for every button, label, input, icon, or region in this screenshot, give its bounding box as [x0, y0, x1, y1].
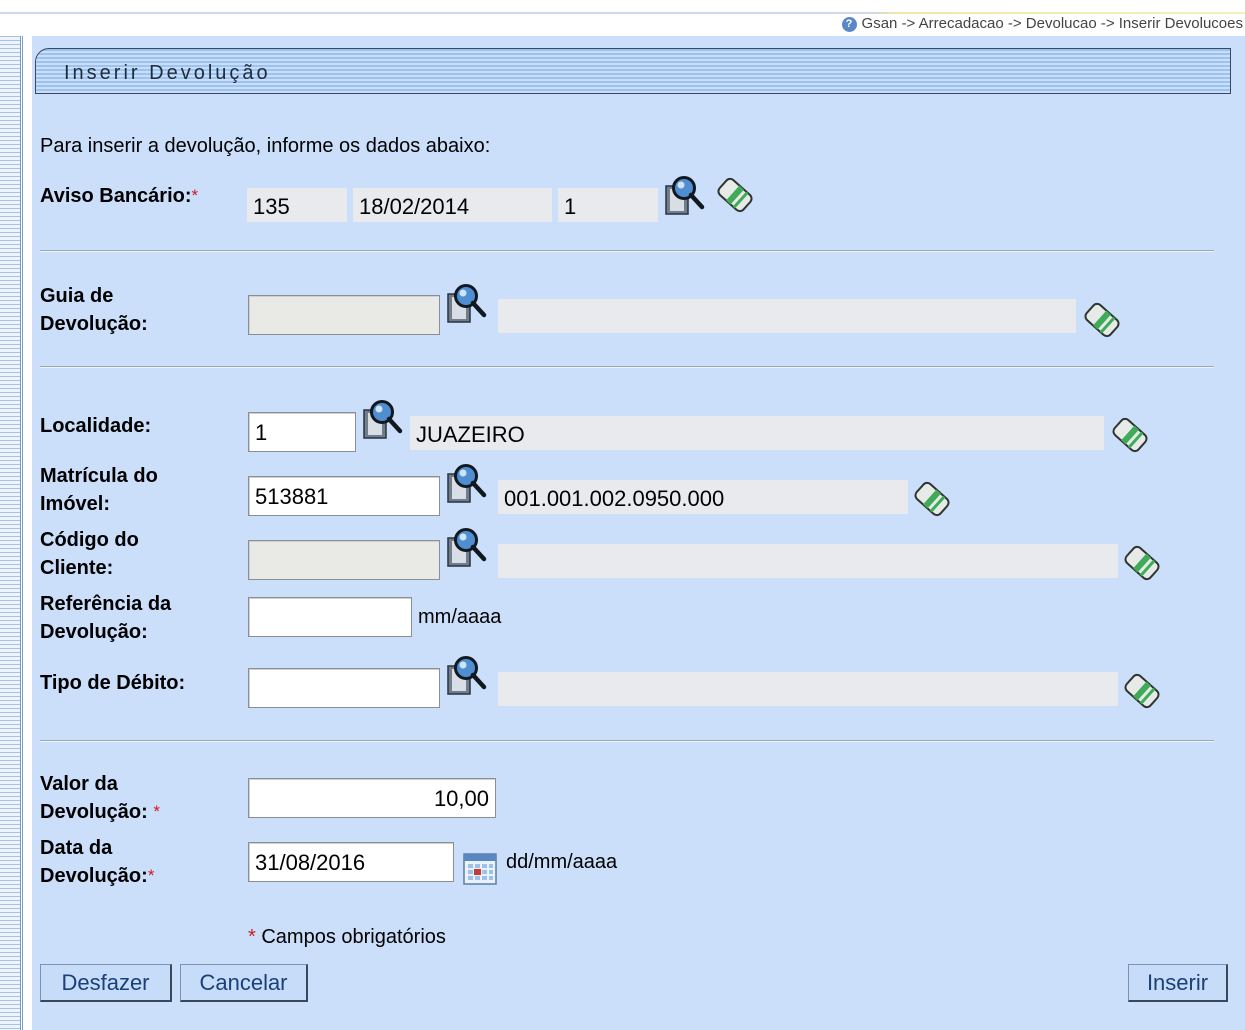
left-frame-border	[0, 36, 21, 1030]
guia-label: Guia de Devolução:	[40, 285, 148, 335]
search-matricula-icon[interactable]	[444, 462, 492, 506]
top-strip	[0, 0, 1245, 12]
help-icon[interactable]: ?	[841, 16, 857, 32]
tipo-debito-input[interactable]	[248, 668, 440, 708]
data-label: Data da Devolução:*	[40, 837, 155, 887]
page-title: Inserir Devolução	[64, 62, 271, 84]
aviso-date-field: 18/02/2014	[353, 188, 552, 222]
section-divider	[40, 740, 1214, 742]
clear-guia-icon[interactable]	[1082, 299, 1122, 341]
insert-button[interactable]: Inserir	[1128, 964, 1228, 1002]
breadcrumb: ? Gsan -> Arrecadacao -> Devolucao -> In…	[841, 13, 1243, 35]
instructions-text: Para inserir a devolução, informe os dad…	[40, 135, 491, 157]
localidade-input[interactable]: 1	[248, 412, 356, 452]
search-localidade-icon[interactable]	[360, 398, 408, 442]
cliente-description-field	[498, 544, 1118, 578]
search-cliente-icon[interactable]	[444, 526, 492, 570]
data-input[interactable]: 31/08/2016	[248, 842, 454, 882]
search-guia-icon[interactable]	[444, 282, 492, 326]
matricula-input[interactable]: 513881	[248, 476, 440, 516]
left-frame-gap	[22, 36, 31, 1030]
search-aviso-icon[interactable]	[662, 174, 710, 218]
title-bar: Inserir Devolução	[35, 48, 1231, 94]
tipo-debito-description-field	[498, 672, 1118, 706]
required-marker: *	[147, 866, 155, 885]
required-marker: *	[153, 802, 160, 821]
valor-input[interactable]: 10,00	[248, 778, 496, 818]
guia-input[interactable]	[248, 295, 440, 335]
aviso-bancario-label: Aviso Bancário:*	[40, 185, 199, 207]
cancel-button[interactable]: Cancelar	[180, 964, 308, 1002]
referencia-format-hint: mm/aaaa	[418, 606, 502, 628]
referencia-label: Referência da Devolução:	[40, 593, 172, 643]
clear-tipo-debito-icon[interactable]	[1122, 670, 1162, 712]
localidade-description-field: JUAZEIRO	[410, 416, 1104, 450]
form-panel: Inserir Devolução Para inserir a devoluç…	[32, 36, 1245, 1030]
clear-cliente-icon[interactable]	[1122, 542, 1162, 584]
referencia-input[interactable]	[248, 597, 412, 637]
clear-aviso-icon[interactable]	[715, 174, 755, 216]
breadcrumb-text: Gsan -> Arrecadacao -> Devolucao -> Inse…	[861, 15, 1243, 32]
clear-matricula-icon[interactable]	[912, 478, 952, 520]
aviso-sequence-field: 1	[558, 188, 658, 222]
section-divider	[40, 250, 1214, 252]
calendar-icon[interactable]	[460, 848, 500, 888]
clear-localidade-icon[interactable]	[1110, 414, 1150, 456]
search-tipo-debito-icon[interactable]	[444, 654, 492, 698]
cliente-input[interactable]	[248, 540, 440, 580]
valor-label: Valor da Devolução: *	[40, 773, 160, 823]
data-format-hint: dd/mm/aaaa	[506, 851, 618, 873]
undo-button[interactable]: Desfazer	[40, 964, 172, 1002]
required-fields-note: * Campos obrigatórios	[248, 926, 446, 948]
section-divider	[40, 366, 1214, 368]
matricula-label: Matrícula do Imóvel:	[40, 465, 158, 515]
aviso-code-field: 135	[247, 188, 347, 222]
guia-description-field	[498, 299, 1076, 333]
tipo-debito-label: Tipo de Débito:	[40, 672, 186, 694]
localidade-label: Localidade:	[40, 415, 152, 437]
cliente-label: Código do Cliente:	[40, 529, 139, 579]
matricula-description-field: 001.001.002.0950.000	[498, 480, 908, 514]
required-marker: *	[191, 186, 199, 205]
